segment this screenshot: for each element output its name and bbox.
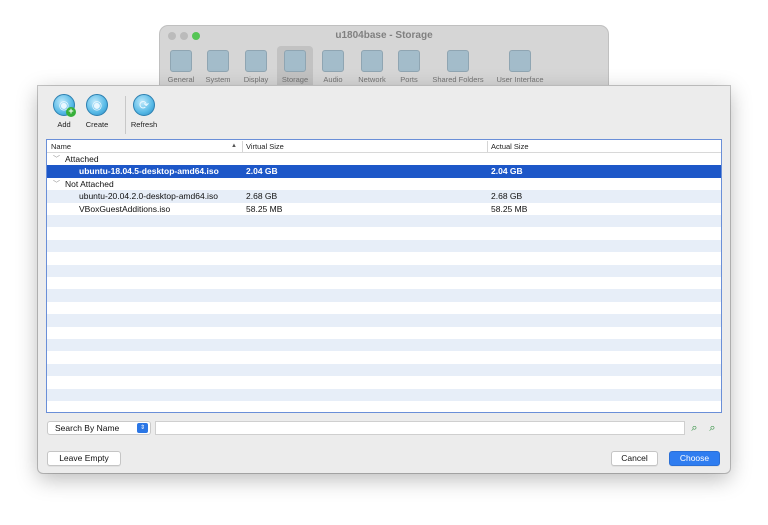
- column-header-name[interactable]: Name: [51, 142, 71, 151]
- tab-label: System: [205, 75, 231, 84]
- window-title: u1804base - Storage: [335, 30, 433, 41]
- tab-label: Network: [358, 75, 386, 84]
- general-icon: [170, 50, 192, 72]
- title-bar: u1804base - Storage: [160, 26, 608, 46]
- medium-name: ubuntu-18.04.5-desktop-amd64.iso: [79, 166, 219, 177]
- group-label: Not Attached: [65, 178, 114, 189]
- add-disk-icon: ◉ +: [53, 94, 76, 117]
- chevron-down-icon[interactable]: ﹀: [53, 179, 60, 189]
- audio-icon: [322, 50, 344, 72]
- tab-label: Storage: [281, 75, 309, 84]
- empty-row: [47, 227, 721, 239]
- search-input[interactable]: [155, 421, 685, 435]
- empty-row: [47, 339, 721, 352]
- select-arrows-icon: ⇕: [137, 423, 148, 433]
- column-divider[interactable]: [242, 141, 243, 152]
- cancel-button[interactable]: Cancel: [611, 451, 658, 466]
- empty-row: [47, 327, 721, 339]
- actual-size: 2.68 GB: [491, 191, 523, 202]
- refresh-label: Refresh: [130, 120, 158, 129]
- tab-label: General: [167, 75, 195, 84]
- tab-label: User Interface: [496, 75, 544, 84]
- chevron-down-icon[interactable]: ﹀: [53, 154, 60, 164]
- find-next-icon[interactable]: ⌕: [706, 422, 719, 435]
- empty-row: [47, 239, 721, 253]
- search-mode-select[interactable]: Search By Name ⇕: [47, 421, 151, 435]
- empty-row: [47, 376, 721, 388]
- refresh-icon: ⟳: [133, 94, 155, 116]
- actual-size: 58.25 MB: [491, 203, 528, 214]
- empty-row: [47, 401, 721, 412]
- media-table[interactable]: Name ▲ Virtual Size Actual Size ﹀ Attach…: [46, 139, 722, 413]
- user-interface-icon: [509, 50, 531, 72]
- empty-row: [47, 277, 721, 289]
- empty-row: [47, 264, 721, 277]
- group-row-not-attached[interactable]: ﹀ Not Attached: [47, 178, 721, 190]
- search-mode-label: Search By Name: [55, 423, 120, 433]
- find-previous-icon[interactable]: ⌕: [688, 422, 701, 435]
- group-row-attached[interactable]: ﹀ Attached: [47, 153, 721, 165]
- tab-label: Shared Folders: [432, 75, 484, 84]
- empty-row: [47, 388, 721, 401]
- empty-row: [47, 351, 721, 363]
- network-icon: [361, 50, 383, 72]
- create-label: Create: [85, 120, 109, 129]
- refresh-button[interactable]: ⟳ Refresh: [122, 94, 166, 129]
- actual-size: 2.04 GB: [491, 166, 523, 177]
- virtual-size: 2.68 GB: [246, 191, 278, 202]
- sort-ascending-icon: ▲: [231, 143, 237, 149]
- tab-label: Audio: [323, 75, 343, 84]
- table-row[interactable]: ubuntu-18.04.5-desktop-amd64.iso 2.04 GB…: [47, 165, 721, 178]
- column-header-virtual-size[interactable]: Virtual Size: [246, 142, 284, 151]
- create-button[interactable]: ◉ Create: [79, 94, 115, 129]
- tab-label: Display: [243, 75, 269, 84]
- choose-button[interactable]: Choose: [669, 451, 720, 466]
- ports-icon: [398, 50, 420, 72]
- virtual-size: 58.25 MB: [246, 203, 283, 214]
- empty-row: [47, 314, 721, 327]
- medium-name: VBoxGuestAdditions.iso: [79, 203, 171, 214]
- medium-name: ubuntu-20.04.2.0-desktop-amd64.iso: [79, 191, 218, 202]
- group-label: Attached: [65, 154, 99, 164]
- empty-row: [47, 215, 721, 228]
- optical-disk-selector-dialog: ◉ + Add ◉ Create ⟳ Refresh Name ▲ Virtual…: [38, 86, 730, 473]
- add-label: Add: [57, 120, 71, 129]
- system-icon: [207, 50, 229, 72]
- storage-icon: [284, 50, 306, 72]
- display-icon: [245, 50, 267, 72]
- empty-row: [47, 363, 721, 377]
- add-button[interactable]: ◉ + Add: [46, 94, 82, 129]
- empty-row: [47, 289, 721, 302]
- create-disk-icon: ◉: [86, 94, 108, 116]
- column-header-actual-size[interactable]: Actual Size: [491, 142, 529, 151]
- virtual-size: 2.04 GB: [246, 166, 278, 177]
- table-row[interactable]: ubuntu-20.04.2.0-desktop-amd64.iso 2.68 …: [47, 190, 721, 203]
- empty-row: [47, 302, 721, 314]
- table-row[interactable]: VBoxGuestAdditions.iso 58.25 MB 58.25 MB: [47, 203, 721, 215]
- shared-folders-icon: [447, 50, 469, 72]
- tab-label: Ports: [400, 75, 418, 84]
- table-header: Name ▲ Virtual Size Actual Size: [47, 140, 721, 153]
- leave-empty-button[interactable]: Leave Empty: [47, 451, 121, 466]
- column-divider[interactable]: [487, 141, 488, 152]
- empty-row: [47, 252, 721, 264]
